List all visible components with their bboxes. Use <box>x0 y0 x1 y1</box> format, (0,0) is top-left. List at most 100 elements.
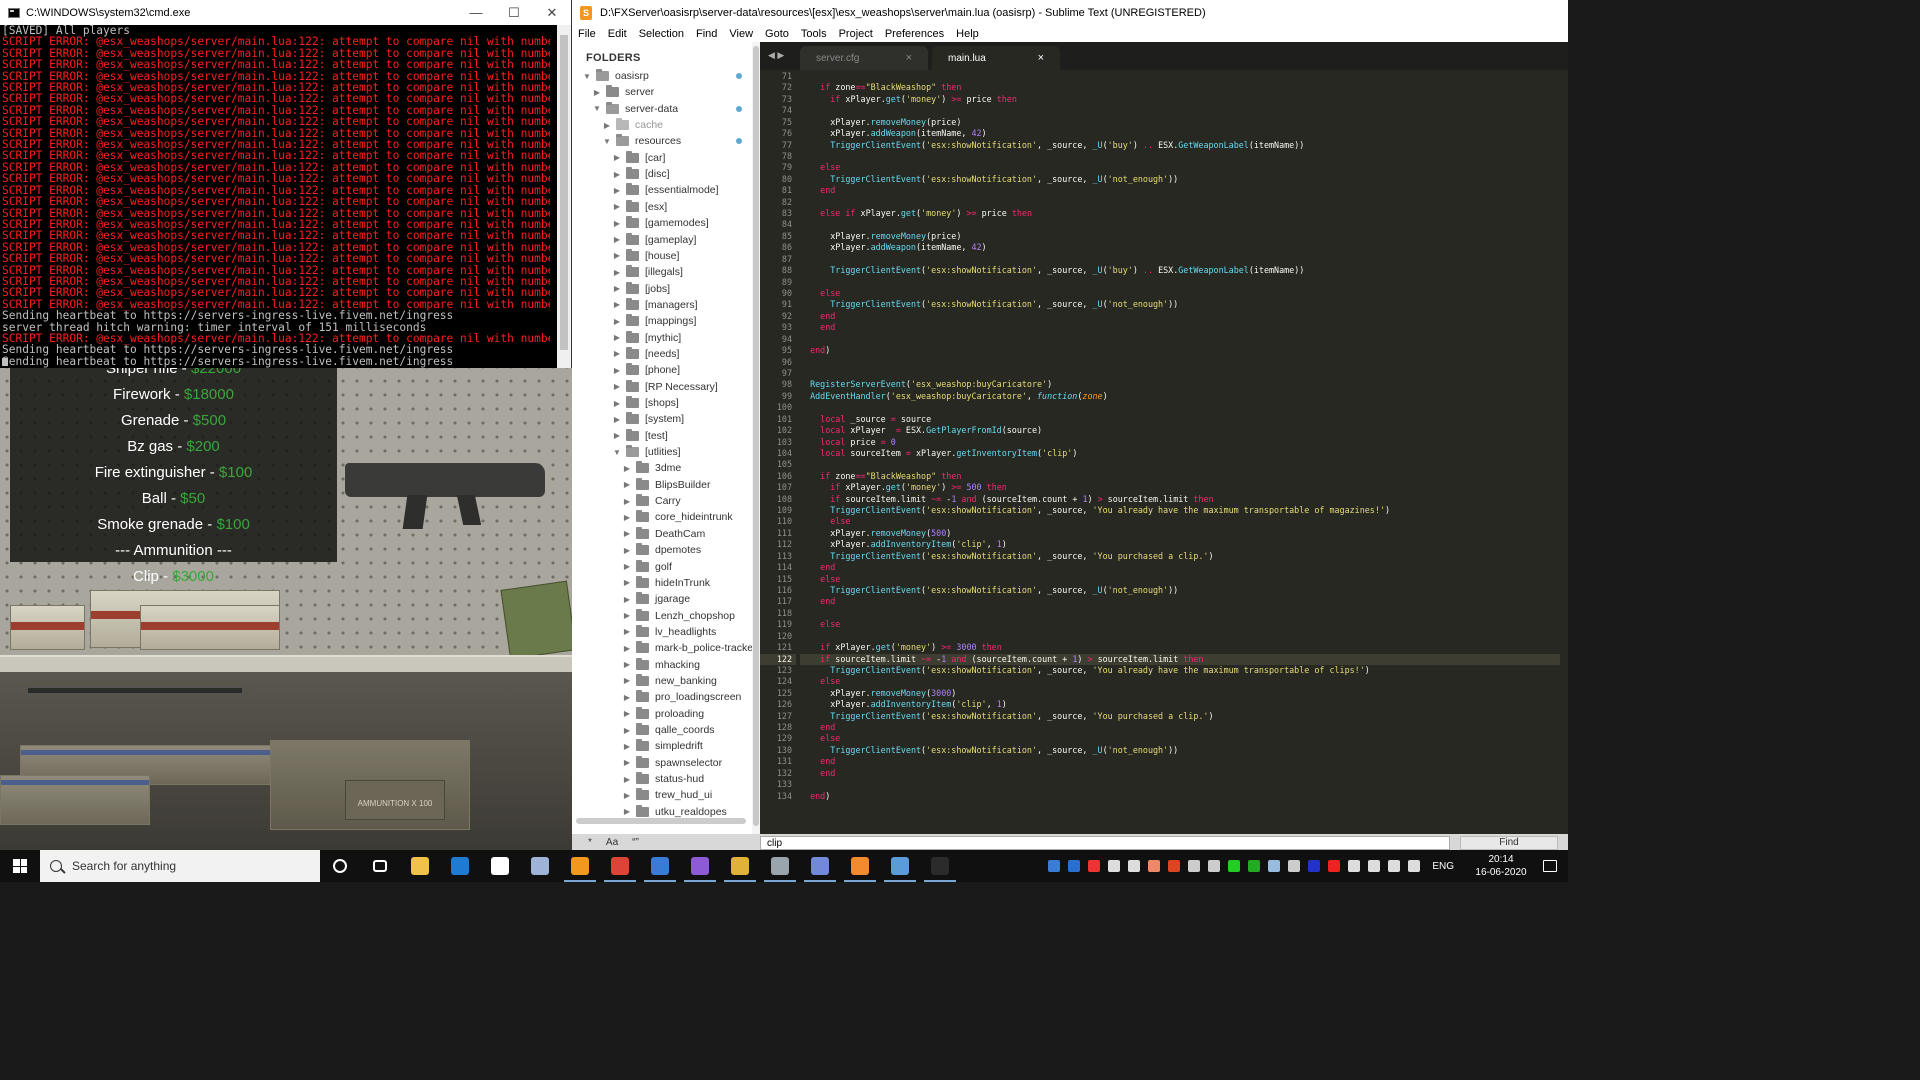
tree-item-server-data[interactable]: ▼ server-data <box>592 101 678 117</box>
tray-app-icon[interactable] <box>1068 860 1081 872</box>
code-line[interactable]: TriggerClientEvent('esx:showNotification… <box>800 745 1560 756</box>
code-line[interactable]: if xPlayer.get('money') >= 500 then <box>800 482 1560 493</box>
tray-app-icon[interactable] <box>1248 860 1261 872</box>
code-line[interactable] <box>800 277 1560 288</box>
chevron-right-icon[interactable]: ▶ <box>612 317 622 326</box>
chevron-right-icon[interactable]: ▶ <box>622 578 632 587</box>
code-line[interactable]: TriggerClientEvent('esx:showNotification… <box>800 585 1560 596</box>
cmd-titlebar[interactable]: C:\WINDOWS\system32\cmd.exe — ☐ ✕ <box>0 0 571 25</box>
code-line[interactable] <box>800 71 1560 82</box>
chevron-right-icon[interactable]: ▶ <box>612 300 622 309</box>
chevron-right-icon[interactable]: ▶ <box>622 464 632 473</box>
tree-item-simpledrift[interactable]: ▶ simpledrift <box>622 738 703 754</box>
code-line[interactable]: xPlayer.addWeapon(itemName, 42) <box>800 128 1560 139</box>
tree-item-managers[interactable]: ▶ [managers] <box>612 297 698 313</box>
code-line[interactable]: else <box>800 574 1560 585</box>
menu-find[interactable]: Find <box>696 28 717 40</box>
chevron-right-icon[interactable]: ▶ <box>612 170 622 179</box>
tree-item-new-banking[interactable]: ▶ new_banking <box>622 673 717 689</box>
chevron-down-icon[interactable]: ▼ <box>602 137 612 146</box>
tree-item-core-hideintrunk[interactable]: ▶ core_hideintrunk <box>622 509 733 525</box>
chevron-right-icon[interactable]: ▶ <box>602 121 612 130</box>
tab-server-cfg[interactable]: server.cfg × <box>800 46 928 70</box>
tree-item-gamemodes[interactable]: ▶ [gamemodes] <box>612 215 709 231</box>
vm-icon[interactable] <box>760 850 800 882</box>
code-line[interactable] <box>800 254 1560 265</box>
chevron-right-icon[interactable]: ▶ <box>612 251 622 260</box>
code-line[interactable]: if zone=="BlackWeashop" then <box>800 82 1560 93</box>
sublime-titlebar[interactable]: S D:\FXServer\oasisrp\server-data\resour… <box>572 0 1568 25</box>
tree-item-mappings[interactable]: ▶ [mappings] <box>612 313 696 329</box>
find-button[interactable]: Find <box>1460 836 1558 850</box>
code-line[interactable]: end) <box>800 791 1560 802</box>
tree-item-lv-headlights[interactable]: ▶ lv_headlights <box>622 624 716 640</box>
code-line[interactable]: TriggerClientEvent('esx:showNotification… <box>800 711 1560 722</box>
chevron-right-icon[interactable]: ▶ <box>612 268 622 277</box>
moon-app-icon[interactable] <box>520 850 560 882</box>
mail-icon[interactable] <box>440 850 480 882</box>
tree-item-lenzh-chopshop[interactable]: ▶ Lenzh_chopshop <box>622 608 735 624</box>
close-icon[interactable]: ✕ <box>533 5 571 21</box>
tree-item-deathcam[interactable]: ▶ DeathCam <box>622 526 705 542</box>
tree-item-mhacking[interactable]: ▶ mhacking <box>622 657 700 673</box>
code-line[interactable] <box>800 631 1560 642</box>
code-line[interactable] <box>800 608 1560 619</box>
code-line[interactable]: end <box>800 185 1560 196</box>
code-line[interactable]: xPlayer.addInventoryItem('clip', 1) <box>800 539 1560 550</box>
code-line[interactable]: xPlayer.removeMoney(500) <box>800 528 1560 539</box>
chevron-right-icon[interactable]: ▶ <box>622 497 632 506</box>
tree-item-mark-b-police-tracker[interactable]: ▶ mark-b_police-tracker <box>622 640 757 656</box>
code-line[interactable] <box>800 368 1560 379</box>
code-line[interactable] <box>800 105 1560 116</box>
cmd-icon[interactable] <box>920 850 960 882</box>
code-line[interactable]: if xPlayer.get('money') >= price then <box>800 94 1560 105</box>
tree-item-disc[interactable]: ▶ [disc] <box>612 166 670 182</box>
chevron-right-icon[interactable]: ▶ <box>612 431 622 440</box>
tree-item-blipsbuilder[interactable]: ▶ BlipsBuilder <box>622 477 710 493</box>
find-input[interactable] <box>760 836 1450 850</box>
tray-app-icon[interactable] <box>1288 860 1301 872</box>
tree-item-phone[interactable]: ▶ [phone] <box>612 362 680 378</box>
chevron-right-icon[interactable]: ▶ <box>622 660 632 669</box>
code-line[interactable]: AddEventHandler('esx_weashop:buyCaricato… <box>800 391 1560 402</box>
tray-app-icon[interactable] <box>1228 860 1241 872</box>
sidebar-hscrollbar[interactable] <box>576 818 746 824</box>
chevron-right-icon[interactable]: ▶ <box>622 644 632 653</box>
console-scrollbar[interactable] <box>557 25 571 368</box>
tree-item-spawnselector[interactable]: ▶ spawnselector <box>622 755 722 771</box>
code-line[interactable]: end <box>800 322 1560 333</box>
tray-app-icon[interactable] <box>1368 860 1381 872</box>
maximize-icon[interactable]: ☐ <box>495 5 533 21</box>
code-line[interactable]: xPlayer.addInventoryItem('clip', 1) <box>800 699 1560 710</box>
code-line[interactable]: else <box>800 619 1560 630</box>
clock[interactable]: 20:14 16-06-2020 <box>1470 853 1532 879</box>
chevron-right-icon[interactable]: ▶ <box>622 611 632 620</box>
code-line[interactable]: TriggerClientEvent('esx:showNotification… <box>800 551 1560 562</box>
tree-item-proloading[interactable]: ▶ proloading <box>622 706 704 722</box>
tray-app-icon[interactable] <box>1388 860 1401 872</box>
tree-item-qalle-coords[interactable]: ▶ qalle_coords <box>622 722 715 738</box>
code-line[interactable]: else <box>800 676 1560 687</box>
chevron-right-icon[interactable]: ▶ <box>622 807 632 816</box>
code-line[interactable] <box>800 219 1560 230</box>
shop-menu-item[interactable]: Bz gas - $200 <box>10 438 337 455</box>
code-line[interactable]: xPlayer.removeMoney(price) <box>800 117 1560 128</box>
chevron-right-icon[interactable]: ▶ <box>622 693 632 702</box>
shop-menu-item[interactable]: Fire extinguisher - $100 <box>10 464 337 481</box>
chevron-right-icon[interactable]: ▶ <box>612 219 622 228</box>
menu-goto[interactable]: Goto <box>765 28 789 40</box>
word-option[interactable]: “” <box>632 837 639 848</box>
shop-menu-item[interactable]: Ball - $50 <box>10 490 337 507</box>
tree-item-cache[interactable]: ▶ cache <box>602 117 663 133</box>
tree-item-jobs[interactable]: ▶ [jobs] <box>612 281 670 297</box>
chevron-right-icon[interactable]: ▶ <box>622 775 632 784</box>
hs-icon[interactable] <box>720 850 760 882</box>
tree-item-golf[interactable]: ▶ golf <box>622 559 672 575</box>
code-line[interactable]: end) <box>800 345 1560 356</box>
code-line[interactable]: end <box>800 311 1560 322</box>
tray-app-icon[interactable] <box>1408 860 1421 872</box>
tray-app-icon[interactable] <box>1108 860 1121 872</box>
tray-app-icon[interactable] <box>1148 860 1161 872</box>
code-line[interactable]: TriggerClientEvent('esx:showNotification… <box>800 505 1560 516</box>
code-line[interactable] <box>800 402 1560 413</box>
